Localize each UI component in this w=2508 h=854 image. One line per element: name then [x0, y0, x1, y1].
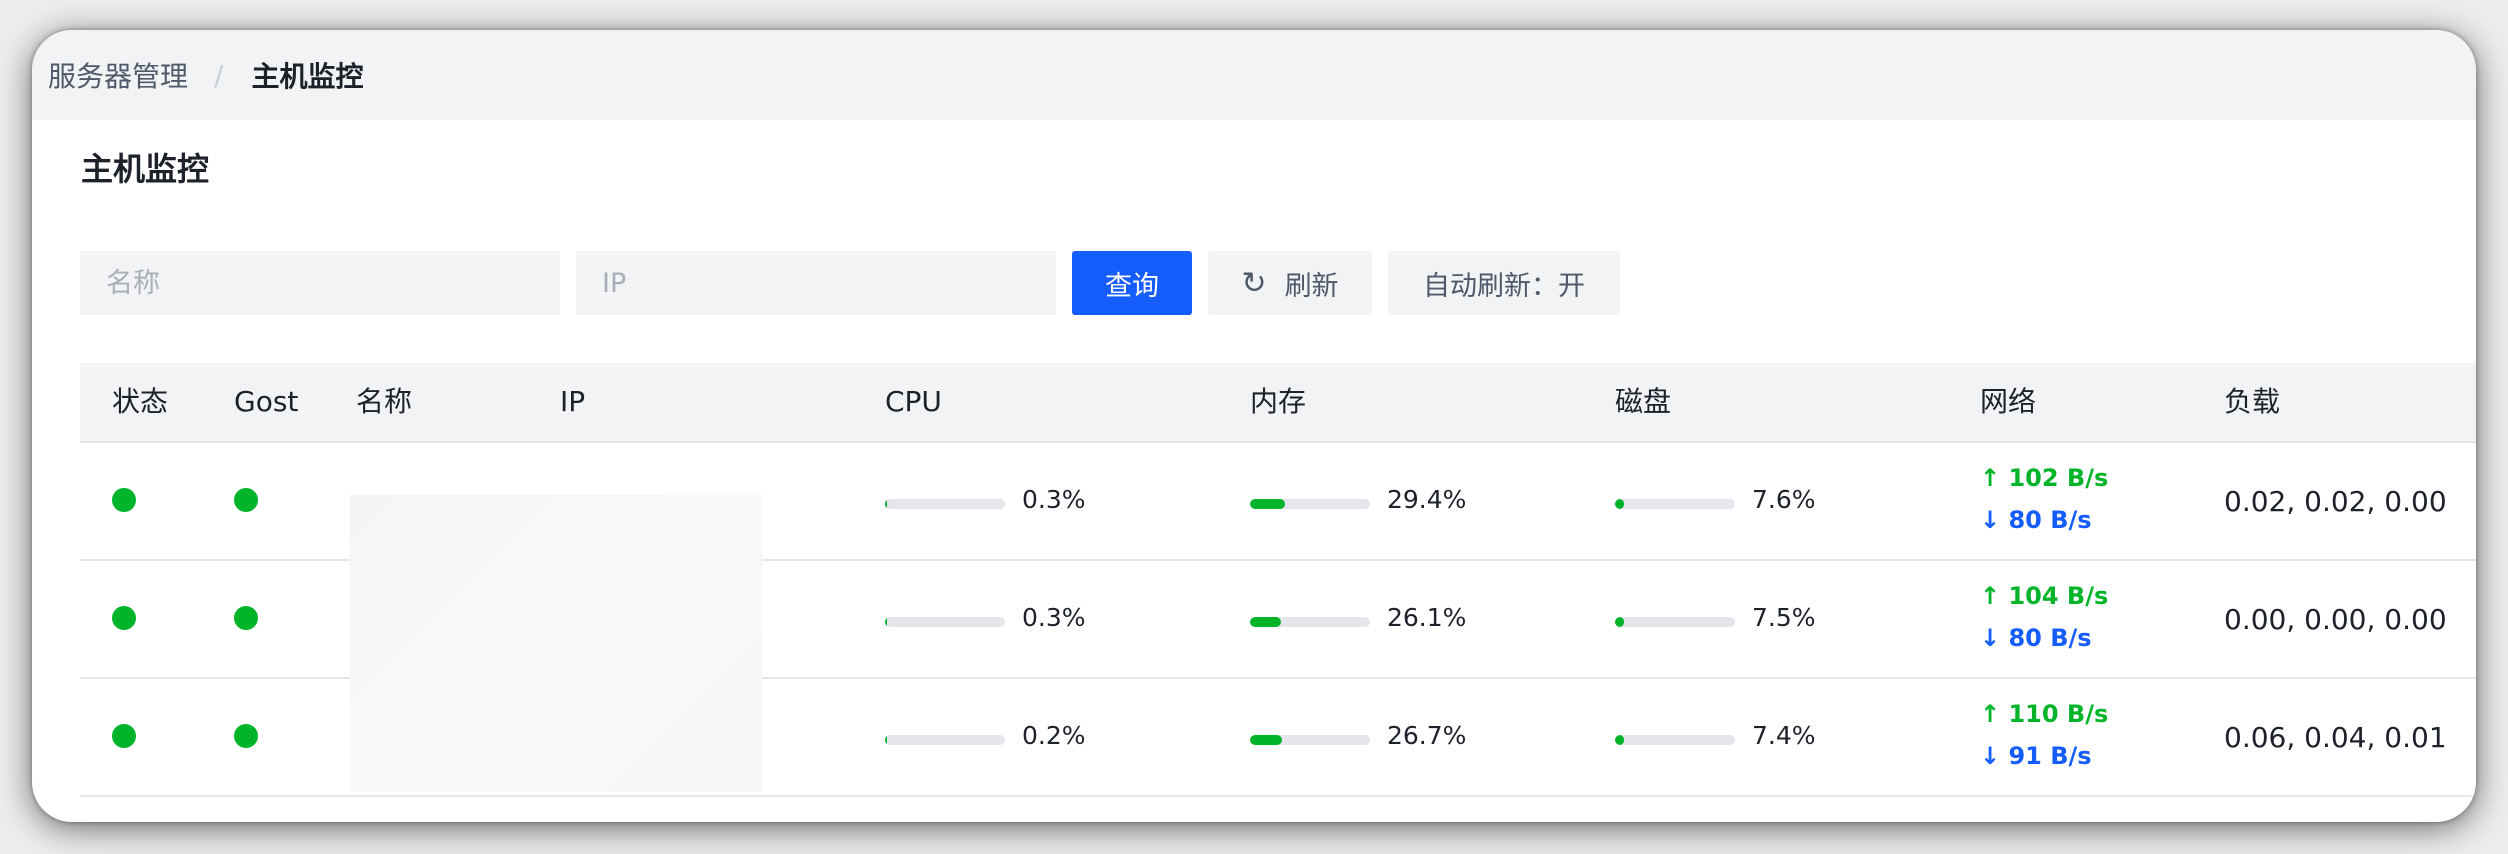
- column-header-network: 网络: [1980, 385, 2037, 418]
- cpu-usage-bar: [885, 617, 1005, 627]
- network-upload-rate: ↑ 110 B/s: [1980, 700, 2109, 728]
- memory-usage-fill: [1250, 617, 1282, 627]
- disk-usage-value: 7.4%: [1752, 721, 1816, 750]
- breadcrumb-current: 主机监控: [251, 60, 364, 93]
- load-average: 0.06, 0.04, 0.01: [2224, 721, 2447, 754]
- ip-search-input[interactable]: [576, 251, 1056, 315]
- auto-refresh-label: 自动刷新：开: [1423, 270, 1585, 302]
- memory-usage-fill: [1250, 735, 1283, 745]
- disk-usage-bar: [1615, 735, 1735, 745]
- network-download-rate: ↓ 80 B/s: [1980, 624, 2092, 652]
- cpu-usage-fill: [885, 735, 887, 745]
- network-upload-rate: ↑ 104 B/s: [1980, 582, 2109, 610]
- column-header-gost: Gost: [234, 385, 299, 418]
- disk-usage-fill: [1615, 499, 1625, 509]
- cpu-usage-fill: [885, 617, 887, 627]
- breadcrumb: 服务器管理 / 主机监控: [32, 55, 363, 95]
- query-button[interactable]: 查询: [1072, 251, 1192, 315]
- disk-usage-bar: [1615, 499, 1735, 509]
- auto-refresh-toggle[interactable]: 自动刷新：开: [1388, 251, 1620, 315]
- cpu-usage-bar: [885, 499, 1005, 509]
- cpu-usage-value: 0.3%: [1022, 485, 1086, 514]
- memory-usage-fill: [1250, 499, 1286, 509]
- gost-online-dot: [234, 488, 258, 512]
- memory-usage-value: 29.4%: [1387, 485, 1467, 514]
- page-title: 主机监控: [81, 150, 210, 188]
- status-online-dot: [112, 606, 136, 630]
- memory-usage-value: 26.7%: [1387, 721, 1467, 750]
- network-download-rate: ↓ 80 B/s: [1980, 506, 2092, 534]
- redacted-name-ip-area: [350, 495, 762, 792]
- query-button-label: 查询: [1105, 270, 1159, 302]
- app-window: 服务器管理 / 主机监控 主机监控 查询 ↻ 刷新 自动刷新：开 状态 Gost…: [32, 30, 2476, 822]
- status-online-dot: [112, 724, 136, 748]
- disk-usage-fill: [1615, 735, 1624, 745]
- filter-toolbar: 查询 ↻ 刷新 自动刷新：开: [32, 251, 2476, 315]
- breadcrumb-separator: /: [214, 58, 224, 92]
- gost-online-dot: [234, 724, 258, 748]
- refresh-button-label: 刷新: [1284, 270, 1339, 302]
- memory-usage-bar: [1250, 735, 1370, 745]
- gost-online-dot: [234, 606, 258, 630]
- refresh-button[interactable]: ↻ 刷新: [1208, 251, 1372, 315]
- load-average: 0.02, 0.02, 0.00: [2224, 485, 2447, 518]
- network-download-rate: ↓ 91 B/s: [1980, 742, 2092, 770]
- disk-usage-bar: [1615, 617, 1735, 627]
- cpu-usage-value: 0.2%: [1022, 721, 1086, 750]
- disk-usage-value: 7.5%: [1752, 603, 1816, 632]
- cpu-usage-value: 0.3%: [1022, 603, 1086, 632]
- column-header-ip: IP: [560, 385, 586, 418]
- disk-usage-value: 7.6%: [1752, 485, 1816, 514]
- memory-usage-value: 26.1%: [1387, 603, 1467, 632]
- disk-usage-fill: [1615, 617, 1624, 627]
- column-header-load: 负载: [2224, 385, 2281, 418]
- breadcrumb-parent-link[interactable]: 服务器管理: [48, 55, 188, 95]
- column-header-name: 名称: [356, 385, 413, 418]
- cpu-usage-fill: [885, 499, 887, 509]
- column-header-memory: 内存: [1250, 385, 1307, 418]
- memory-usage-bar: [1250, 617, 1370, 627]
- status-online-dot: [112, 488, 136, 512]
- column-header-disk: 磁盘: [1615, 385, 1672, 418]
- load-average: 0.00, 0.00, 0.00: [2224, 603, 2447, 636]
- column-header-cpu: CPU: [885, 385, 942, 418]
- table-header: 状态 Gost 名称 IP CPU 内存 磁盘 网络 负载: [80, 363, 2476, 443]
- column-header-status: 状态: [112, 385, 169, 418]
- network-upload-rate: ↑ 102 B/s: [1980, 464, 2109, 492]
- breadcrumb-bar: 服务器管理 / 主机监控: [32, 30, 2476, 120]
- refresh-icon: ↻: [1241, 265, 1267, 301]
- memory-usage-bar: [1250, 499, 1370, 509]
- cpu-usage-bar: [885, 735, 1005, 745]
- name-search-input[interactable]: [80, 251, 560, 315]
